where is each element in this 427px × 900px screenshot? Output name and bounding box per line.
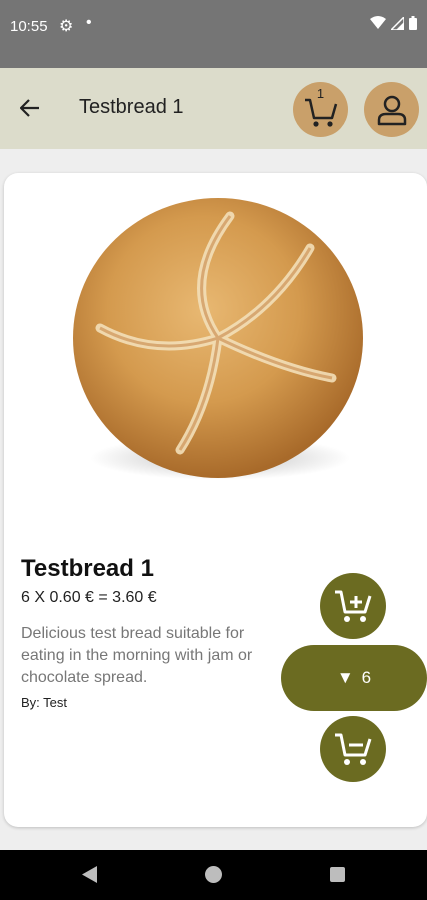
back-button[interactable]	[12, 90, 48, 126]
nav-recent-icon[interactable]	[330, 867, 345, 882]
cart-button[interactable]: 1	[293, 82, 348, 137]
user-icon	[377, 95, 406, 125]
nav-home-icon[interactable]	[205, 866, 222, 883]
battery-icon	[409, 16, 417, 30]
quantity-value: 6	[361, 668, 372, 687]
status-time: 10:55	[10, 18, 48, 35]
chevron-down-icon: ▼	[336, 668, 354, 687]
cart-icon	[305, 98, 338, 127]
add-to-cart-button[interactable]	[320, 573, 386, 639]
status-icons	[370, 16, 417, 30]
wifi-icon	[370, 16, 386, 29]
quantity-select[interactable]: ▼ 6	[281, 645, 427, 711]
arrow-left-icon	[20, 99, 39, 117]
system-nav-bar	[0, 850, 427, 900]
price-line: 6 X 0.60 € = 3.60 €	[21, 589, 157, 606]
profile-button[interactable]	[364, 82, 419, 137]
product-card: Testbread 1 6 X 0.60 € = 3.60 € Deliciou…	[4, 173, 427, 827]
status-bar: 10:55 ⚙ •	[0, 0, 427, 68]
cart-plus-icon	[335, 590, 372, 622]
nav-back-icon[interactable]	[80, 865, 98, 884]
product-description: Delicious test bread suitable for eating…	[21, 625, 253, 686]
gear-icon: ⚙	[59, 18, 74, 35]
product-name: Testbread 1	[21, 555, 154, 582]
dot-icon: •	[86, 14, 92, 31]
remove-from-cart-button[interactable]	[320, 716, 386, 782]
signal-icon	[391, 16, 404, 30]
product-author: By: Test	[21, 695, 68, 710]
app-bar: Testbread 1 1	[0, 68, 427, 149]
bread-image	[73, 198, 363, 480]
cart-minus-icon	[335, 733, 372, 765]
page-title: Testbread 1	[79, 96, 184, 118]
